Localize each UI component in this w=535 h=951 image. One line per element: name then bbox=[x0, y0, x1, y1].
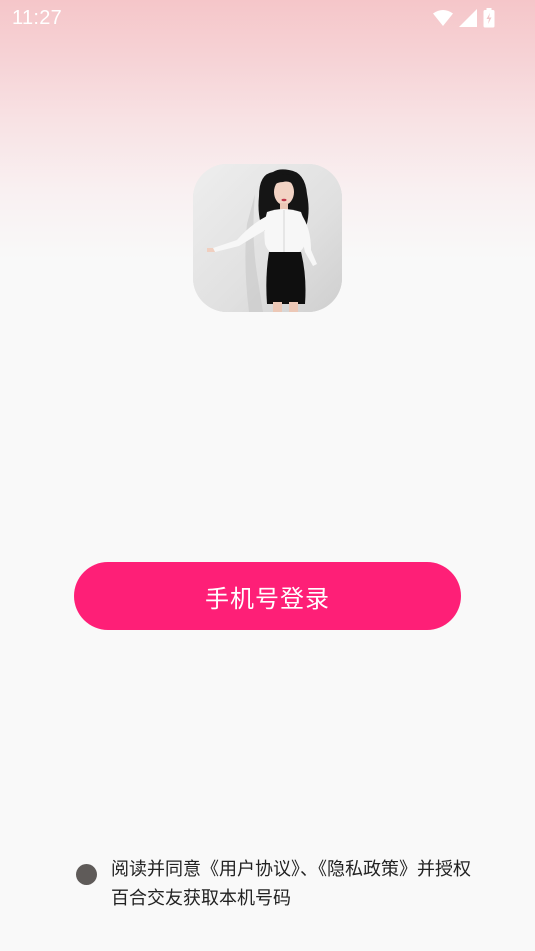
status-time: 11:27 bbox=[12, 7, 63, 29]
status-icons bbox=[433, 8, 495, 28]
signal-icon bbox=[459, 9, 477, 27]
user-agreement-link[interactable]: 《用户协议》 bbox=[201, 859, 300, 880]
agree-checkbox[interactable] bbox=[76, 864, 97, 885]
login-screen: 11:27 手机号登录 阅读并同意《用户协议》、《隐私政策》并授权百合交友获取本… bbox=[0, 0, 535, 951]
agreement-separator: 、 bbox=[300, 859, 318, 880]
battery-icon bbox=[483, 8, 495, 28]
app-avatar bbox=[193, 164, 342, 312]
status-bar: 11:27 bbox=[0, 0, 535, 36]
phone-login-label: 手机号登录 bbox=[205, 584, 330, 613]
agreement-text: 阅读并同意《用户协议》、《隐私政策》并授权百合交友获取本机号码 bbox=[111, 855, 476, 913]
phone-login-button[interactable]: 手机号登录 bbox=[74, 562, 461, 630]
agreement-prefix: 阅读并同意 bbox=[111, 859, 201, 880]
privacy-policy-link[interactable]: 《隐私政策》 bbox=[318, 859, 417, 880]
wifi-icon bbox=[433, 10, 453, 26]
